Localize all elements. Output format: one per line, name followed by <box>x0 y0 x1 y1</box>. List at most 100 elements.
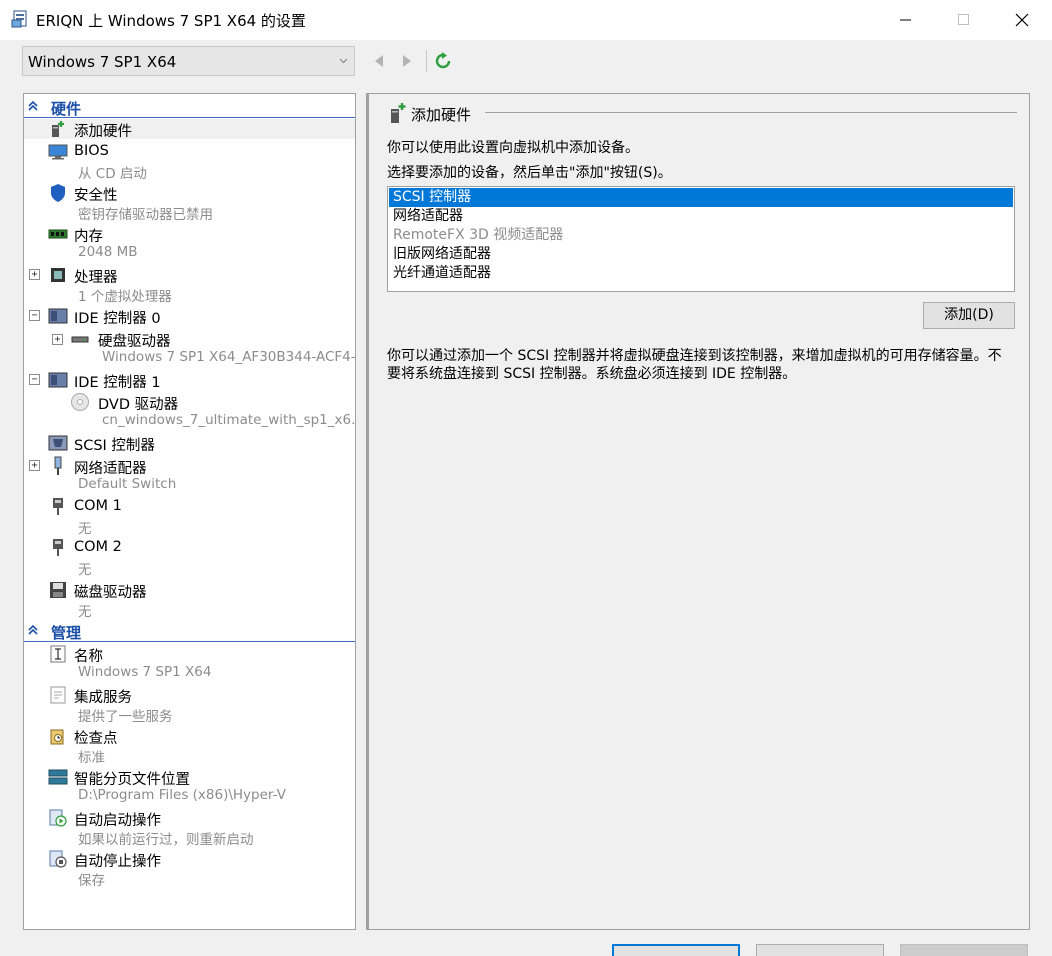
tree-item-label: 磁盘驱动器 <box>74 585 147 601</box>
previous-button[interactable] <box>369 50 389 72</box>
memory-chip-icon <box>48 224 68 244</box>
window-title: ERIQN 上 Windows 7 SP1 X64 的设置 <box>36 12 306 30</box>
settings-tree[interactable]: 硬件 添加硬件 BIOS 从 CD 启动 安全性 密钥存储驱动器已禁用 内存 2… <box>23 93 356 930</box>
scsi-description-text: 你可以通过添加一个 SCSI 控制器并将虚拟硬盘连接到该控制器，来增加虚拟机的可… <box>387 348 1002 382</box>
minimize-button[interactable] <box>877 0 935 40</box>
tree-item-smart-paging[interactable]: 智能分页文件位置 <box>24 767 355 788</box>
tree-item-com1[interactable]: COM 1 <box>24 497 355 517</box>
serial-port-icon <box>48 497 68 517</box>
maximize-icon <box>958 14 969 25</box>
add-button[interactable]: 添加(D) <box>923 302 1015 329</box>
device-option-remotefx[interactable]: RemoteFX 3D 视频适配器 <box>389 226 1013 245</box>
tree-item-checkpoints[interactable]: 检查点 <box>24 726 355 747</box>
tree-item-detail: 如果以前运行过，则重新启动 <box>78 832 254 848</box>
tree-item-integration-services[interactable]: 集成服务 <box>24 685 355 706</box>
tree-item-label: 网络适配器 <box>74 461 147 477</box>
shield-icon <box>48 183 68 203</box>
tree-item-detail: 密钥存储驱动器已禁用 <box>78 207 213 223</box>
tree-item-detail: 1 个虚拟处理器 <box>78 289 172 305</box>
tree-item-diskette-drive[interactable]: 磁盘驱动器 <box>24 580 355 601</box>
tree-item-network-adapter[interactable]: 网络适配器 <box>24 456 355 477</box>
tree-item-hard-drive[interactable]: 硬盘驱动器 <box>24 329 355 350</box>
tree-item-detail: Default Switch <box>78 476 177 492</box>
tree-item-ide-controller-1[interactable]: IDE 控制器 1 <box>24 370 355 391</box>
tree-item-detail: D:\Program Files (x86)\Hyper-V <box>78 787 286 803</box>
collapse-up-icon <box>28 100 38 111</box>
device-option-legacy-network[interactable]: 旧版网络适配器 <box>389 245 1013 264</box>
panel-title: 添加硬件 <box>411 106 472 124</box>
device-listbox[interactable]: SCSI 控制器 网络适配器 RemoteFX 3D 视频适配器 旧版网络适配器… <box>387 186 1015 292</box>
tree-item-automatic-stop[interactable]: 自动停止操作 <box>24 849 355 870</box>
disc-icon <box>70 392 90 412</box>
intro-text: 你可以使用此设置向虚拟机中添加设备。 <box>387 140 639 156</box>
title-divider <box>485 112 1017 113</box>
hard-drive-icon <box>70 329 90 349</box>
tree-item-automatic-start[interactable]: 自动启动操作 <box>24 808 355 829</box>
tree-item-label: 处理器 <box>74 270 118 286</box>
tree-item-detail: 标准 <box>78 750 105 766</box>
management-section-label: 管理 <box>51 624 82 642</box>
scsi-controller-icon <box>48 433 68 453</box>
tree-item-detail: 无 <box>78 521 92 537</box>
tree-item-label: 自动停止操作 <box>74 854 161 870</box>
tree-item-detail: 保存 <box>78 873 105 889</box>
controller-icon <box>48 370 68 390</box>
device-option-network[interactable]: 网络适配器 <box>389 207 1013 226</box>
vm-selector-dropdown[interactable]: Windows 7 SP1 X64 <box>22 46 355 76</box>
tree-item-label: COM 2 <box>74 539 122 555</box>
next-button[interactable] <box>397 50 417 72</box>
chevron-down-icon <box>339 58 348 64</box>
tree-item-ide-controller-0[interactable]: IDE 控制器 0 <box>24 306 355 327</box>
hardware-section-header[interactable]: 硬件 <box>24 96 355 118</box>
tree-item-name[interactable]: 名称 <box>24 644 355 665</box>
tree-item-detail: Windows 7 SP1 X64 <box>78 664 212 680</box>
tree-item-detail: 2048 MB <box>78 244 138 260</box>
minimize-icon <box>900 19 911 21</box>
tree-item-label: 集成服务 <box>74 690 132 706</box>
arrow-right-icon <box>403 55 411 67</box>
add-hardware-panel: 添加硬件 你可以使用此设置向虚拟机中添加设备。 选择要添加的设备，然后单击"添加… <box>366 93 1030 930</box>
tree-item-label: 智能分页文件位置 <box>74 772 190 788</box>
tree-item-security[interactable]: 安全性 <box>24 183 355 204</box>
tree-item-detail: 从 CD 启动 <box>78 166 147 182</box>
tree-item-bios[interactable]: BIOS <box>24 142 355 162</box>
tree-item-label: 安全性 <box>74 188 118 204</box>
tree-item-label: COM 1 <box>74 498 122 514</box>
tree-item-label: BIOS <box>74 143 109 159</box>
arrow-left-icon <box>375 55 383 67</box>
close-icon <box>1015 13 1029 27</box>
name-text-icon <box>48 644 68 664</box>
tree-item-detail: 提供了一些服务 <box>78 709 173 725</box>
tree-item-label: IDE 控制器 1 <box>74 375 161 391</box>
auto-stop-icon <box>48 849 68 869</box>
tree-item-label: IDE 控制器 0 <box>74 311 161 327</box>
tree-item-com2[interactable]: COM 2 <box>24 538 355 558</box>
device-option-scsi[interactable]: SCSI 控制器 <box>389 188 1013 207</box>
tree-item-scsi-controller[interactable]: SCSI 控制器 <box>24 433 355 454</box>
paging-memory-icon <box>48 767 68 787</box>
maximize-button[interactable] <box>935 0 993 40</box>
add-hardware-icon <box>391 103 406 123</box>
tree-item-detail: cn_windows_7_ultimate_with_sp1_x6... <box>102 412 356 428</box>
hardware-section-label: 硬件 <box>51 100 82 118</box>
apply-button[interactable] <box>900 944 1028 956</box>
device-option-fibre-channel[interactable]: 光纤通道适配器 <box>389 264 1013 283</box>
refresh-icon <box>435 52 451 69</box>
tree-item-label: 硬盘驱动器 <box>98 334 171 350</box>
tree-item-dvd-drive[interactable]: DVD 驱动器 <box>24 392 355 413</box>
tree-item-label: 内存 <box>74 229 103 245</box>
cancel-button[interactable] <box>756 944 884 956</box>
tree-item-processor[interactable]: 处理器 <box>24 265 355 286</box>
serial-port-icon <box>48 538 68 558</box>
refresh-button[interactable] <box>433 50 453 72</box>
management-section-header[interactable]: 管理 <box>24 620 355 642</box>
ok-button[interactable] <box>612 944 740 956</box>
tree-item-detail: Windows 7 SP1 X64_AF30B344-ACF4-... <box>102 349 356 365</box>
monitor-icon <box>48 142 68 162</box>
network-cable-icon <box>48 456 68 476</box>
collapse-up-icon <box>28 624 38 635</box>
tree-item-add-hardware[interactable]: 添加硬件 <box>24 119 355 140</box>
tree-item-memory[interactable]: 内存 <box>24 224 355 245</box>
close-button[interactable] <box>993 0 1051 40</box>
instruction-text: 选择要添加的设备，然后单击"添加"按钮(S)。 <box>387 165 672 181</box>
